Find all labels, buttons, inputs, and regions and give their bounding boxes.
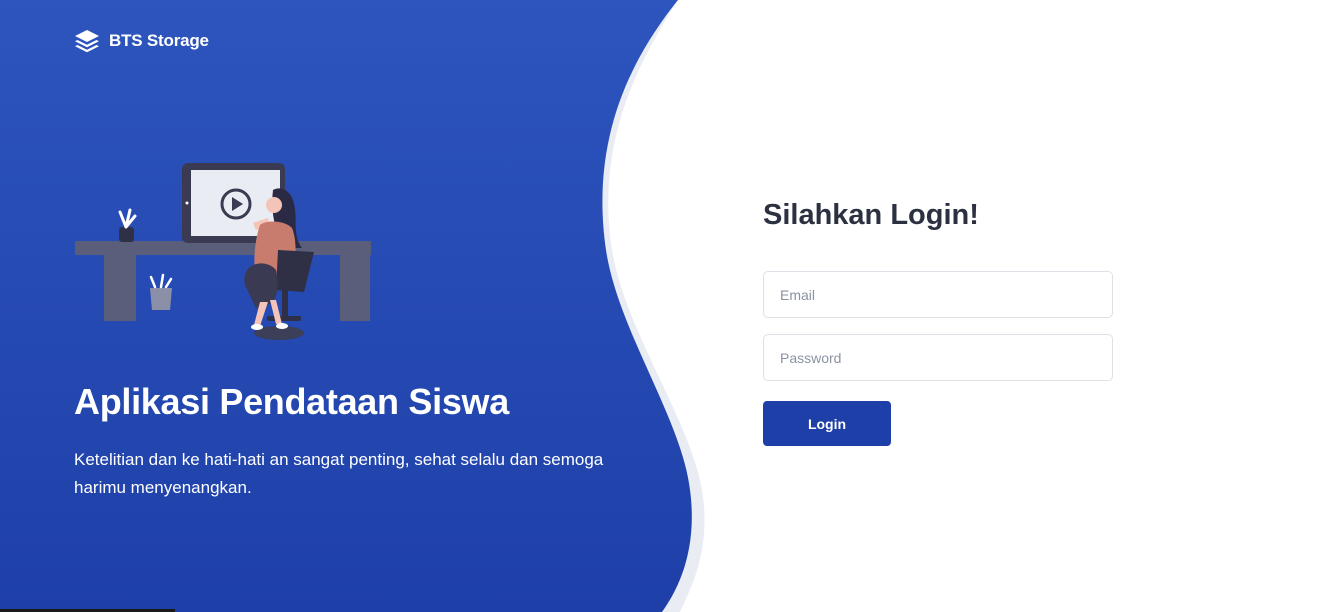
hero-title: Aplikasi Pendataan Siswa [74, 381, 509, 422]
email-field[interactable] [763, 271, 1113, 318]
password-field[interactable] [763, 334, 1113, 381]
brand-logo[interactable]: BTS Storage [74, 29, 209, 53]
hero-illustration [75, 163, 371, 340]
hero-description: Ketelitian dan ke hati-hati an sangat pe… [74, 450, 604, 497]
brand-name: BTS Storage [109, 31, 209, 50]
login-title: Silahkan Login! [763, 199, 979, 231]
layers-icon [75, 30, 99, 53]
login-button[interactable]: Login [763, 401, 891, 446]
